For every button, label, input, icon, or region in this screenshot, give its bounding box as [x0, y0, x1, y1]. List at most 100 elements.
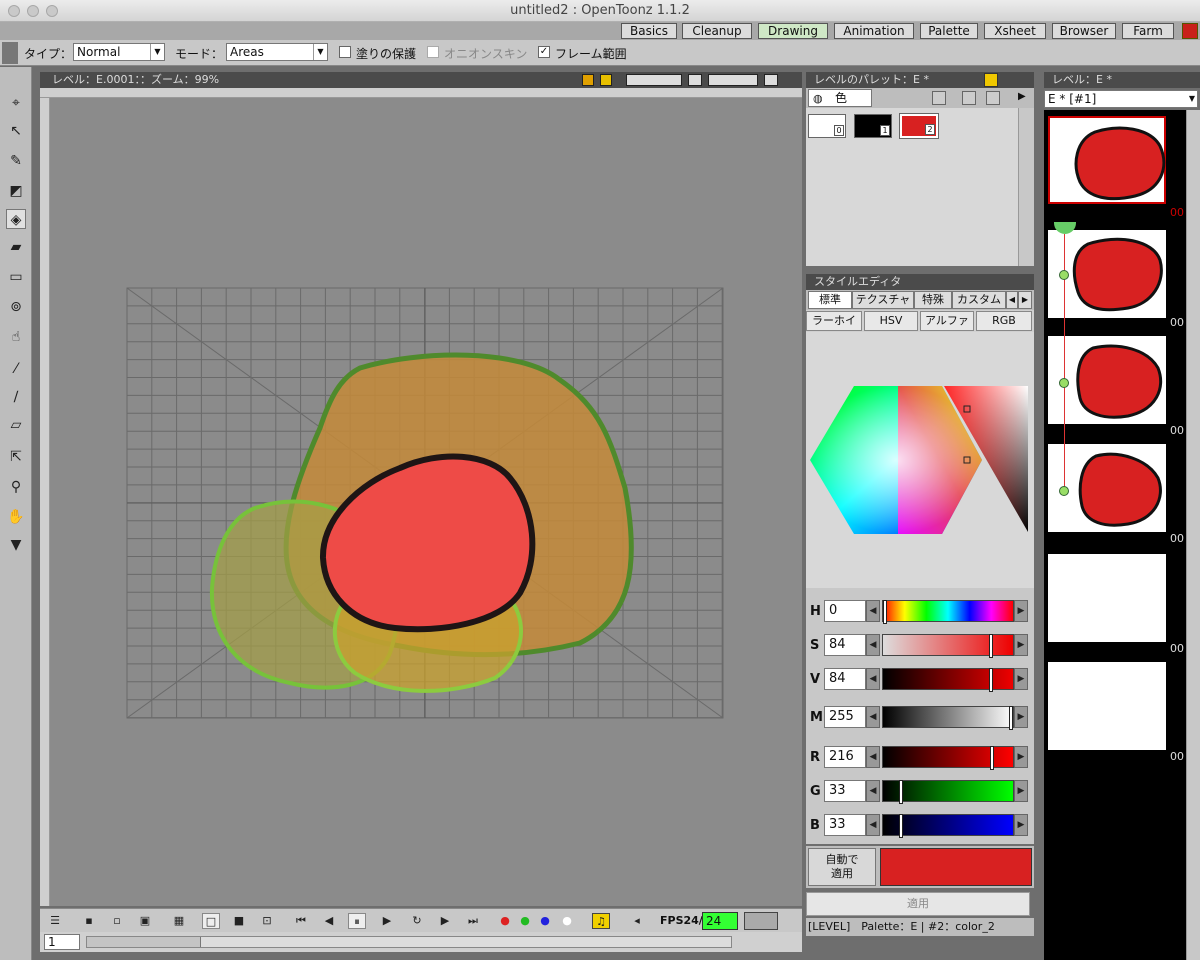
m-value-input[interactable]: 255 — [824, 706, 866, 728]
decrement-arrow-icon[interactable]: ◀ — [866, 814, 880, 836]
increment-arrow-icon[interactable]: ▶ — [1014, 706, 1028, 728]
save-palette-as-icon[interactable] — [962, 91, 976, 105]
frame-thumbnail-1[interactable] — [1048, 116, 1166, 204]
ruler-tool-icon[interactable]: ▱ — [6, 415, 26, 435]
tape-tool-icon[interactable]: ⊚ — [6, 297, 26, 317]
alpha-channel-icon[interactable]: ● — [558, 913, 576, 929]
subtab-hsv[interactable]: HSV — [864, 311, 918, 331]
g-slider[interactable] — [882, 780, 1014, 804]
palette-tab-color[interactable]: ◍ 色 — [808, 89, 872, 107]
fill-tool-icon[interactable]: ◈ — [6, 209, 26, 229]
green-channel-icon[interactable]: ● — [516, 913, 534, 929]
slider-thumb[interactable] — [988, 668, 993, 692]
safe-area-icon[interactable]: ■ — [230, 913, 248, 929]
frame-input[interactable]: 1 — [44, 934, 80, 950]
next-frame-icon[interactable]: ▶ — [436, 913, 454, 929]
zoom-tool-icon[interactable]: ⚲ — [6, 477, 26, 497]
onion-skin-dot[interactable] — [1059, 270, 1069, 280]
tab-custom[interactable]: カスタム — [952, 291, 1006, 309]
level-select[interactable]: E * [#1] ▼ — [1044, 90, 1198, 108]
slider-thumb[interactable] — [899, 780, 904, 804]
drawing-viewer[interactable] — [40, 98, 802, 906]
b-slider[interactable] — [882, 814, 1014, 838]
room-tab-xsheet[interactable]: Xsheet — [984, 23, 1046, 39]
slider-thumb[interactable] — [989, 746, 994, 770]
view-mode-icon[interactable] — [932, 91, 946, 105]
rgb-picker-tool-icon[interactable]: ∕ — [6, 387, 26, 407]
onion-skin-dot[interactable] — [1059, 486, 1069, 496]
frame-slider-handle[interactable] — [87, 937, 201, 947]
level-strip[interactable]: 00 00 00 00 00 00 — [1044, 110, 1186, 960]
fps-input[interactable]: 24 — [702, 912, 738, 930]
frame-range-checkbox[interactable]: ✓ — [538, 46, 550, 58]
horizontal-ruler[interactable] — [40, 88, 802, 98]
h-value-input[interactable]: 0 — [824, 600, 866, 622]
frame-slider[interactable] — [86, 936, 732, 948]
camera-icon[interactable]: ▦ — [170, 913, 188, 929]
frame-thumbnail-5[interactable] — [1048, 554, 1166, 642]
brush-tool-icon[interactable]: ✎ — [6, 151, 26, 171]
color-wheel-svg[interactable] — [806, 332, 1034, 588]
style-picker-tool-icon[interactable]: ⁄ — [6, 359, 26, 379]
scroll-left-icon[interactable]: ◂ — [628, 913, 646, 929]
grid-toggle-icon[interactable] — [600, 74, 612, 86]
increment-arrow-icon[interactable]: ▶ — [1014, 668, 1028, 690]
blue-channel-icon[interactable]: ● — [536, 913, 554, 929]
room-tab-basics[interactable]: Basics — [621, 23, 677, 39]
palette-lock-icon[interactable] — [984, 73, 998, 87]
frame-thumbnail-6[interactable] — [1048, 662, 1166, 750]
style-chip-2[interactable]: 2 — [899, 113, 939, 139]
menu-icon[interactable]: ☰ — [46, 913, 64, 929]
sound-icon[interactable]: ♫ — [592, 913, 610, 929]
palette-scrollbar[interactable] — [1018, 108, 1034, 266]
finger-tool-icon[interactable]: ☝ — [6, 327, 26, 347]
slider-thumb[interactable] — [988, 634, 993, 658]
control-point-tool-icon[interactable]: ⇱ — [6, 447, 26, 467]
viewer-settings-icon[interactable] — [764, 74, 778, 86]
tab-scroll-right-icon[interactable]: ▶ — [1018, 291, 1032, 309]
last-frame-icon[interactable]: ⏭ — [464, 913, 482, 929]
more-tools-icon[interactable]: ▼ — [6, 535, 26, 555]
loop-icon[interactable]: ↻ — [408, 913, 426, 929]
increment-arrow-icon[interactable]: ▶ — [1014, 600, 1028, 622]
color-wheel-area[interactable] — [806, 332, 1034, 588]
apply-button[interactable]: 適用 — [806, 892, 1030, 916]
room-tab-browser[interactable]: Browser — [1052, 23, 1116, 39]
decrement-arrow-icon[interactable]: ◀ — [866, 746, 880, 768]
level-strip-scrollbar[interactable] — [1186, 110, 1200, 960]
decrement-arrow-icon[interactable]: ◀ — [866, 780, 880, 802]
subtab-wheel[interactable]: ラーホイー — [806, 311, 862, 345]
type-select[interactable]: Normal ▼ — [73, 43, 165, 61]
room-tab-animation[interactable]: Animation — [834, 23, 914, 39]
slider-thumb[interactable] — [1009, 706, 1013, 730]
preview-toggle-icon[interactable] — [626, 74, 682, 86]
save-palette-icon[interactable] — [986, 91, 1000, 105]
subtab-rgb[interactable]: RGB — [976, 311, 1032, 331]
decrement-arrow-icon[interactable]: ◀ — [866, 668, 880, 690]
h-slider[interactable] — [882, 600, 1014, 624]
v-slider[interactable] — [882, 668, 1014, 692]
fps-slider[interactable] — [744, 912, 778, 930]
room-tab-farm[interactable]: Farm — [1122, 23, 1174, 39]
camera-stand-icon[interactable] — [582, 74, 594, 86]
g-value-input[interactable]: 33 — [824, 780, 866, 802]
animate-tool-icon[interactable]: ⌖ — [6, 93, 26, 113]
eraser-tool-icon[interactable]: ▭ — [6, 267, 26, 287]
frame-box-icon[interactable]: □ — [202, 913, 220, 929]
r-value-input[interactable]: 216 — [824, 746, 866, 768]
decrement-arrow-icon[interactable]: ◀ — [866, 600, 880, 622]
auto-apply-button[interactable]: 自動で 適用 — [808, 848, 876, 886]
onion-skin-checkbox[interactable] — [427, 46, 439, 58]
freeze-icon[interactable] — [688, 74, 702, 86]
red-channel-icon[interactable]: ● — [496, 913, 514, 929]
canvas-svg[interactable] — [40, 98, 802, 906]
first-frame-icon[interactable]: ⏮ — [292, 913, 310, 929]
m-slider[interactable] — [882, 706, 1014, 730]
s-slider[interactable] — [882, 634, 1014, 658]
field-guide-icon[interactable]: ⊡ — [258, 913, 276, 929]
tab-special[interactable]: 特殊 — [914, 291, 952, 309]
play-icon[interactable]: ▶ — [378, 913, 396, 929]
increment-arrow-icon[interactable]: ▶ — [1014, 780, 1028, 802]
onion-skin-dot[interactable] — [1059, 378, 1069, 388]
paint-brush-tool-icon[interactable]: ▰ — [6, 237, 26, 257]
